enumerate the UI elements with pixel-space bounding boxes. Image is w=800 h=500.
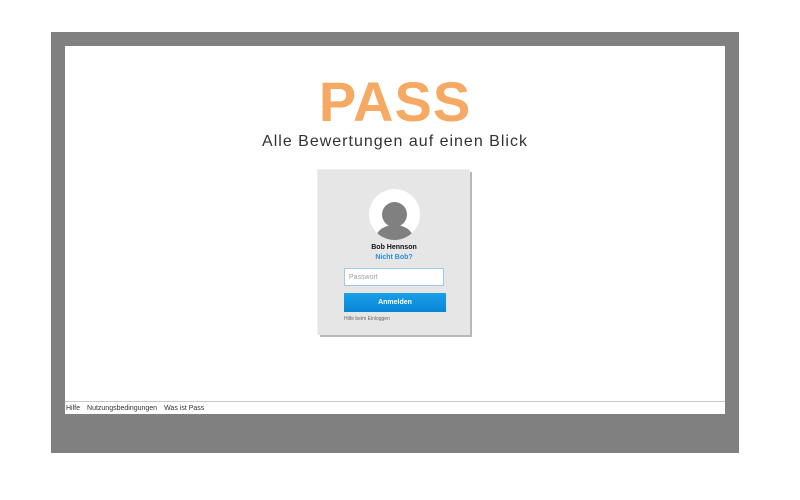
user-name: Bob Hennson — [371, 244, 417, 251]
login-help-link[interactable]: Hilfe beim Einloggen — [344, 316, 390, 322]
password-input[interactable] — [344, 268, 444, 286]
footer-link-terms[interactable]: Nutzungsbedingungen — [87, 405, 157, 412]
avatar-body — [376, 225, 413, 240]
footer-link-about[interactable]: Was ist Pass — [164, 405, 204, 412]
window-frame: PASS Alle Bewertungen auf einen Blick Bo… — [51, 32, 739, 453]
app-logo: PASS — [318, 70, 472, 133]
login-button[interactable]: Anmelden — [344, 293, 446, 312]
not-user-link[interactable]: Nicht Bob? — [318, 254, 470, 261]
avatar-head — [382, 202, 407, 227]
login-page: PASS Alle Bewertungen auf einen Blick Bo… — [65, 46, 725, 414]
footer-links: Hilfe Nutzungsbedingungen Was ist Pass — [65, 401, 725, 414]
tagline: Alle Bewertungen auf einen Blick — [262, 133, 528, 150]
user-avatar-icon — [369, 189, 420, 240]
footer-link-help[interactable]: Hilfe — [66, 405, 80, 412]
login-card: Bob Hennson Nicht Bob? Anmelden Hilfe be… — [318, 170, 470, 335]
